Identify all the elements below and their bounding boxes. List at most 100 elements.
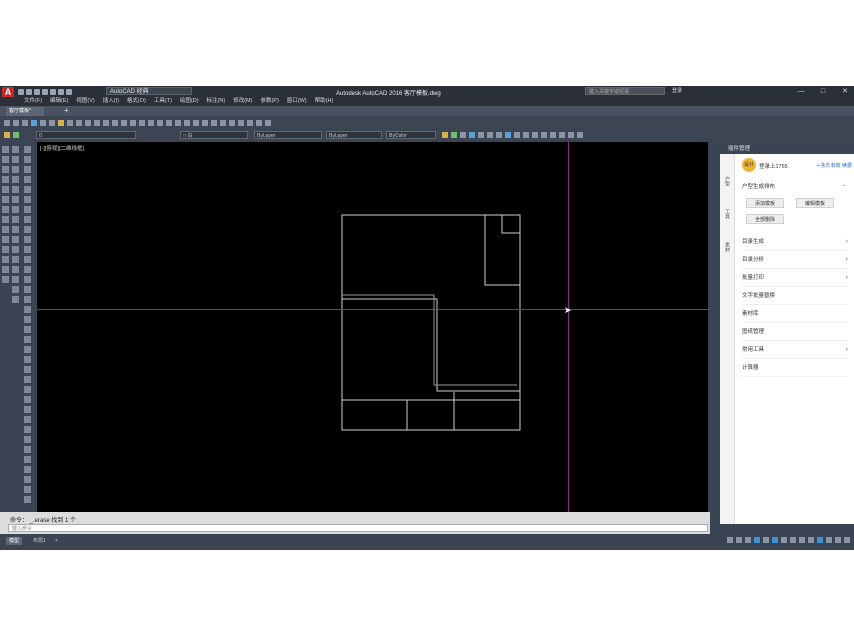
erase-tool-icon[interactable] <box>12 146 19 153</box>
circle-tool-icon[interactable] <box>2 196 9 203</box>
tool-icon[interactable] <box>24 266 31 273</box>
document-tab[interactable]: 客厅模板* <box>6 107 44 116</box>
workspace-dropdown[interactable]: AutoCAD 经典 <box>106 87 192 95</box>
polyline-tool-icon[interactable] <box>2 156 9 163</box>
color-dropdown[interactable]: □ 白 <box>180 131 248 139</box>
tool-icon[interactable] <box>24 306 31 313</box>
tool-icon[interactable] <box>24 256 31 263</box>
list-item-common-tools[interactable]: 常用工具 › <box>742 342 848 359</box>
toolbar-icon[interactable] <box>505 132 511 138</box>
menu-modify[interactable]: 修改(M) <box>233 97 252 106</box>
toolbar-icon[interactable] <box>157 120 163 126</box>
toolbar-icon[interactable] <box>22 120 28 126</box>
rotate-tool-icon[interactable] <box>12 206 19 213</box>
stretch-tool-icon[interactable] <box>12 226 19 233</box>
tool-icon[interactable] <box>24 416 31 423</box>
chamfer-tool-icon[interactable] <box>12 276 19 283</box>
layer-dropdown[interactable]: 0 <box>36 131 136 139</box>
toolbar-icon[interactable] <box>202 120 208 126</box>
new-icon[interactable] <box>18 88 24 95</box>
chevron-down-icon[interactable]: ⌄ <box>841 182 846 188</box>
menu-window[interactable]: 窗口(W) <box>287 97 307 106</box>
transparency-icon[interactable] <box>790 537 796 543</box>
list-item-batch-print[interactable]: 批量打印 › <box>742 270 848 287</box>
tool-icon[interactable] <box>24 296 31 303</box>
layer-state-icon[interactable] <box>4 132 10 138</box>
close-button[interactable]: ✕ <box>836 86 854 97</box>
join-tool-icon[interactable] <box>12 266 19 273</box>
grid-icon[interactable] <box>727 537 733 543</box>
toolbar-icon[interactable] <box>31 120 37 126</box>
ellipse-tool-icon[interactable] <box>2 216 9 223</box>
spline-tool-icon[interactable] <box>2 206 9 213</box>
plotstyle-dropdown[interactable]: ByColor <box>386 131 436 139</box>
workspace-icon[interactable] <box>808 537 814 543</box>
save-icon[interactable] <box>34 88 40 95</box>
menu-view[interactable]: 视图(V) <box>76 97 94 106</box>
toolbar-icon[interactable] <box>256 120 262 126</box>
toolbar-icon[interactable] <box>550 132 556 138</box>
command-input[interactable]: 键入命令 <box>8 524 708 532</box>
fillet-tool-icon[interactable] <box>12 286 19 293</box>
point-tool-icon[interactable] <box>2 236 9 243</box>
toolbar-icon[interactable] <box>514 132 520 138</box>
menu-file[interactable]: 文件(F) <box>24 97 42 106</box>
menu-parametric[interactable]: 参数(P) <box>260 97 278 106</box>
maximize-button[interactable]: □ <box>814 86 832 97</box>
break-tool-icon[interactable] <box>12 256 19 263</box>
tool-icon[interactable] <box>24 336 31 343</box>
toolbar-icon[interactable] <box>220 120 226 126</box>
toolbar-icon[interactable] <box>532 132 538 138</box>
toolbar-icon[interactable] <box>121 120 127 126</box>
toolbar-icon[interactable] <box>67 120 73 126</box>
tool-icon[interactable] <box>24 376 31 383</box>
list-item-calculator[interactable]: 计算器 <box>742 360 848 377</box>
arc-tool-icon[interactable] <box>2 186 9 193</box>
tool-icon[interactable] <box>24 466 31 473</box>
toolbar-icon[interactable] <box>139 120 145 126</box>
tool-icon[interactable] <box>24 236 31 243</box>
minimize-button[interactable]: — <box>792 86 810 97</box>
snap-icon[interactable] <box>736 537 742 543</box>
tab-layout1[interactable]: 布局1 <box>30 537 49 545</box>
toolbar-icon[interactable] <box>49 120 55 126</box>
fullscreen-icon[interactable] <box>835 537 841 543</box>
menu-tools[interactable]: 工具(T) <box>154 97 172 106</box>
move-tool-icon[interactable] <box>12 196 19 203</box>
toolbar-icon[interactable] <box>94 120 100 126</box>
toolbar-icon[interactable] <box>76 120 82 126</box>
menu-dimension[interactable]: 标注(N) <box>207 97 226 106</box>
open-icon[interactable] <box>26 88 32 95</box>
menu-edit[interactable]: 编辑(E) <box>50 97 68 106</box>
toolbar-icon[interactable] <box>40 120 46 126</box>
toolbar-icon[interactable] <box>469 132 475 138</box>
toolbar-icon[interactable] <box>4 120 10 126</box>
tool-icon[interactable] <box>24 406 31 413</box>
user-name[interactable]: 登录上1765 <box>759 162 788 170</box>
side-tab-materials[interactable]: 素材 <box>723 242 731 252</box>
polygon-tool-icon[interactable] <box>2 166 9 173</box>
scale-tool-icon[interactable] <box>12 216 19 223</box>
toolbar-icon[interactable] <box>577 132 583 138</box>
toolbar-icon[interactable] <box>166 120 172 126</box>
polar-icon[interactable] <box>754 537 760 543</box>
tool-icon[interactable] <box>24 426 31 433</box>
list-item-catalog-generate[interactable]: 目录生成 › <box>742 234 848 251</box>
copy-tool-icon[interactable] <box>12 156 19 163</box>
toolbar-icon[interactable] <box>487 132 493 138</box>
toolbar-icon[interactable] <box>460 132 466 138</box>
tool-icon[interactable] <box>24 246 31 253</box>
search-input[interactable]: 键入关键字或短语 <box>585 87 665 95</box>
rectangle-tool-icon[interactable] <box>2 176 9 183</box>
lineweight-icon[interactable] <box>781 537 787 543</box>
toolbar-icon[interactable] <box>541 132 547 138</box>
tool-icon[interactable] <box>24 346 31 353</box>
toolbar-icon[interactable] <box>478 132 484 138</box>
delete-all-button[interactable]: 全部删除 <box>746 214 784 224</box>
block-tool-icon[interactable] <box>2 226 9 233</box>
tool-icon[interactable] <box>24 326 31 333</box>
toolbar-icon[interactable] <box>496 132 502 138</box>
ortho-icon[interactable] <box>745 537 751 543</box>
otrack-icon[interactable] <box>772 537 778 543</box>
toolbar-icon[interactable] <box>85 120 91 126</box>
